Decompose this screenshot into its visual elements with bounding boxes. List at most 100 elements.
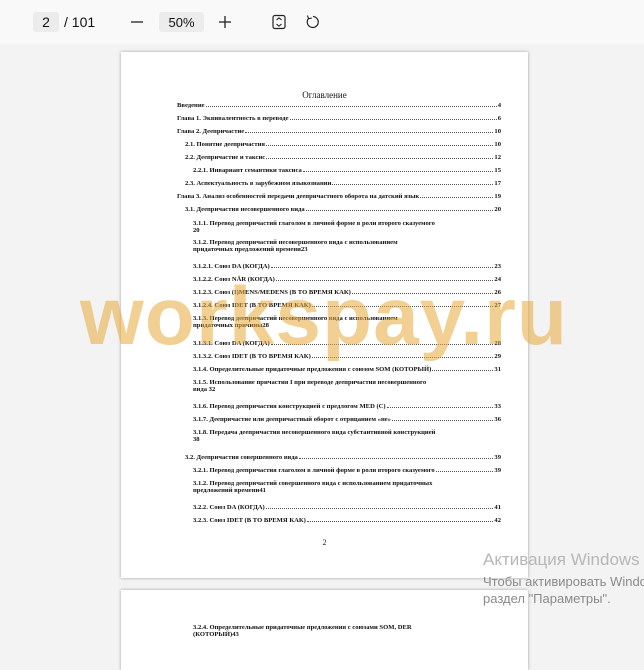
toc-entry-text-cont: (КОТОРЫЙ) (193, 631, 233, 638)
toc-entry-page: 36 (494, 416, 501, 423)
toc-entry[interactable]: 3.1.5. Использование причастия I при пер… (193, 379, 501, 393)
zoom-out-icon (131, 21, 143, 23)
toc-entry[interactable]: Глава 1. Эквивалентность в переводе 6 (177, 115, 501, 122)
toc-entry-page: 24 (494, 276, 501, 283)
toc-entry[interactable]: Введение 4 (177, 102, 501, 109)
page-number: 2 (322, 538, 327, 547)
toc-entry-text: Глава 2. Деепричастие (177, 128, 245, 135)
toc-entry-text: 3.1.2.4. Союз IDET (В ТО ВРЕМЯ КАК) (193, 302, 311, 309)
toc-entry-page: 39 (494, 454, 501, 461)
toc-entry-text: 2.2.1. Инвариант семантики таксиса (193, 167, 302, 174)
toc-entry[interactable]: 3.1.8. Передача деепричастия несовершенн… (193, 429, 501, 443)
toc-entry[interactable]: 3.2.2. Союз DA (КОГДА) 41 (193, 504, 501, 511)
toc-entry-page: 27 (494, 302, 501, 309)
document-page: Оглавление Введение 4 Глава 1. Эквивалентн… (121, 52, 528, 578)
fit-page-button[interactable] (267, 10, 291, 34)
toc-entry-text: Введение (177, 102, 205, 109)
toc-entry-page: 26 (494, 289, 501, 296)
toc-entry-text: 3.2.1. Перевод деепричастия глаголом в л… (193, 467, 435, 474)
toc-entry-page: 41 (259, 487, 266, 494)
toc-entry-text: 2.2. Деепричастие и таксис (185, 154, 266, 161)
zoom-in-icon (219, 16, 231, 28)
toc-entry-page: 29 (494, 353, 501, 360)
toc-entry-page: 41 (494, 504, 501, 511)
toc-entry[interactable]: 2.2.1. Инвариант семантики таксиса 15 (193, 167, 501, 174)
fit-page-icon (272, 14, 286, 30)
pdf-toolbar: 2 / 101 50% (0, 0, 644, 44)
toc-entry-text: 2.1. Понятие деепричастия (185, 141, 265, 148)
toc-entry-page: 39 (494, 467, 501, 474)
toc-entry[interactable]: 3.2. Деепричастия совершенного вида 39 (185, 454, 501, 461)
toc-entry-text: 3.1.4. Определительные придаточные предл… (193, 366, 432, 373)
toc-entry-text: 3.2.3. Союз IDET (В ТО ВРЕМЯ КАК) (193, 517, 306, 524)
zoom-in-button[interactable] (213, 10, 237, 34)
toc-entry[interactable]: 2.3. Аспектуальность в зарубежном языкоз… (185, 180, 501, 187)
toc-entry[interactable]: 3.1.3. Перевод деепричастий несовершенно… (193, 315, 501, 329)
toc-entry-text: 3.2.2. Союз DA (КОГДА) (193, 504, 265, 511)
zoom-level-field[interactable]: 50% (159, 12, 204, 32)
toc-entry-text-cont: 20 (193, 227, 200, 234)
toc-entry-text: 3.1.2. Перевод деепричастий несовершенно… (193, 239, 398, 246)
zoom-out-button[interactable] (125, 10, 149, 34)
toc-entry[interactable]: 3.1.2.3. Союз (I)MENS/MEDENS (В ТО ВРЕМЯ… (193, 289, 501, 296)
toc-entry[interactable]: 3.2.1. Перевод деепричастия глаголом в л… (193, 467, 501, 474)
toc-entry-text: 3.1.2.3. Союз (I)MENS/MEDENS (В ТО ВРЕМЯ… (193, 289, 351, 296)
activation-line2: раздел "Параметры". (483, 591, 611, 606)
rotate-icon (306, 15, 319, 29)
toc-entry-text: 3.1.8. Передача деепричастия несовершенн… (193, 429, 436, 436)
toc-entry-page: 23 (494, 263, 501, 270)
toc-entry-text: 3.1.3.2. Союз IDET (В ТО ВРЕМЯ КАК) (193, 353, 311, 360)
toc-entry[interactable]: 2.2. Деепричастие и таксис 12 (185, 154, 501, 161)
toc-entry-text: Глава 3. Анализ особенностей передачи де… (177, 193, 420, 200)
toc-entry[interactable]: 3.1.2. Перевод деепричастий совершенного… (193, 480, 501, 494)
toc-entry[interactable]: Глава 2. Деепричастие 10 (177, 128, 501, 135)
toc-entry-page: 6 (497, 115, 501, 122)
windows-activation-notice: Активация Windows Чтобы активировать Win… (483, 550, 644, 606)
toc-entry-text-cont: придаточных предложений времени (193, 246, 301, 253)
toc-entry[interactable]: 3.1.2.2. Союз NÅR (КОГДА) 24 (193, 276, 501, 283)
current-page-value: 2 (42, 14, 50, 30)
activation-title: Активация Windows (483, 550, 640, 569)
toc-entry[interactable]: 3.1.7. Деепричастие или деепричастный об… (193, 416, 501, 423)
toc-entry-page: 31 (494, 366, 501, 373)
activation-line1: Чтобы активировать Windows, перейдите в (483, 574, 644, 589)
zoom-value: 50% (168, 14, 195, 30)
toc-entry[interactable]: 3.1.4. Определительные придаточные предл… (193, 366, 501, 373)
toc-entry-text: 3.2. Деепричастия совершенного вида (185, 454, 298, 461)
toc-entry[interactable]: 3.1.2.1. Союз DA (КОГДА) 23 (193, 263, 501, 270)
toc-entry-page: 15 (494, 167, 501, 174)
toc-entry[interactable]: 3.1.6. Перевод деепричастия конструкцией… (193, 403, 501, 410)
toc-entry[interactable]: 3.1.2. Перевод деепричастий несовершенно… (193, 239, 501, 253)
toc-entry-page: 10 (494, 128, 501, 135)
toc-entry-text: 3.1.3. Перевод деепричастий несовершенно… (193, 315, 398, 322)
toc-entry[interactable]: 2.1. Понятие деепричастия 10 (185, 141, 501, 148)
document-page-next: 3.2.4. Определительные придаточные предл… (121, 590, 528, 670)
toc-entry-text: 3.1.2.2. Союз NÅR (КОГДА) (193, 276, 275, 283)
toc-entry[interactable]: 3.2.3. Союз IDET (В ТО ВРЕМЯ КАК) 42 (193, 517, 501, 524)
toc-entry[interactable]: 3.1.2.4. Союз IDET (В ТО ВРЕМЯ КАК) 27 (193, 302, 501, 309)
toc-entry[interactable]: 3.2.4. Определительные придаточные предл… (193, 624, 501, 638)
toc-entry-text: 3.2.4. Определительные придаточные предл… (193, 624, 412, 631)
toc-entry-text-cont: вида 32 (193, 386, 216, 393)
toc-entry-page: 23 (300, 246, 308, 253)
toc-entry-text: 3.1.3.1. Союз DA (КОГДА) (193, 340, 270, 347)
toc-entry[interactable]: Глава 3. Анализ особенностей передачи де… (177, 193, 501, 200)
toc-entry-page: 19 (494, 193, 501, 200)
page-number-input[interactable]: 2 (33, 12, 59, 32)
toc-entry-text: 3.1.6. Перевод деепричастия конструкцией… (193, 403, 386, 410)
toc-entry[interactable]: 3.1.1. Перевод деепричастий глаголом в л… (193, 220, 501, 234)
total-pages-label: / 101 (64, 14, 96, 30)
toc-entry[interactable]: 3.1.3.2. Союз IDET (В ТО ВРЕМЯ КАК) 29 (193, 353, 501, 360)
toc-entry-page: 28 (494, 340, 501, 347)
toc-entry-page: 42 (494, 517, 501, 524)
toc-entry-text-cont: придаточных причины (193, 322, 263, 329)
toc-entry-page: 43 (232, 631, 239, 638)
toc-entry-page: 28 (262, 322, 269, 329)
toc-entry[interactable]: 3.1. Деепричастия несовершенного вида 20 (185, 206, 501, 213)
rotate-button[interactable] (301, 10, 325, 34)
toc-entry-text: 3.1.2.1. Союз DA (КОГДА) (193, 263, 270, 270)
toc-entry[interactable]: 3.1.3.1. Союз DA (КОГДА) 28 (193, 340, 501, 347)
toc-entry-text: 3.1.1. Перевод деепричастий глаголом в л… (193, 220, 435, 227)
toc-entry-text: Глава 1. Эквивалентность в переводе (177, 115, 289, 122)
toc-entry-page: 17 (494, 180, 501, 187)
